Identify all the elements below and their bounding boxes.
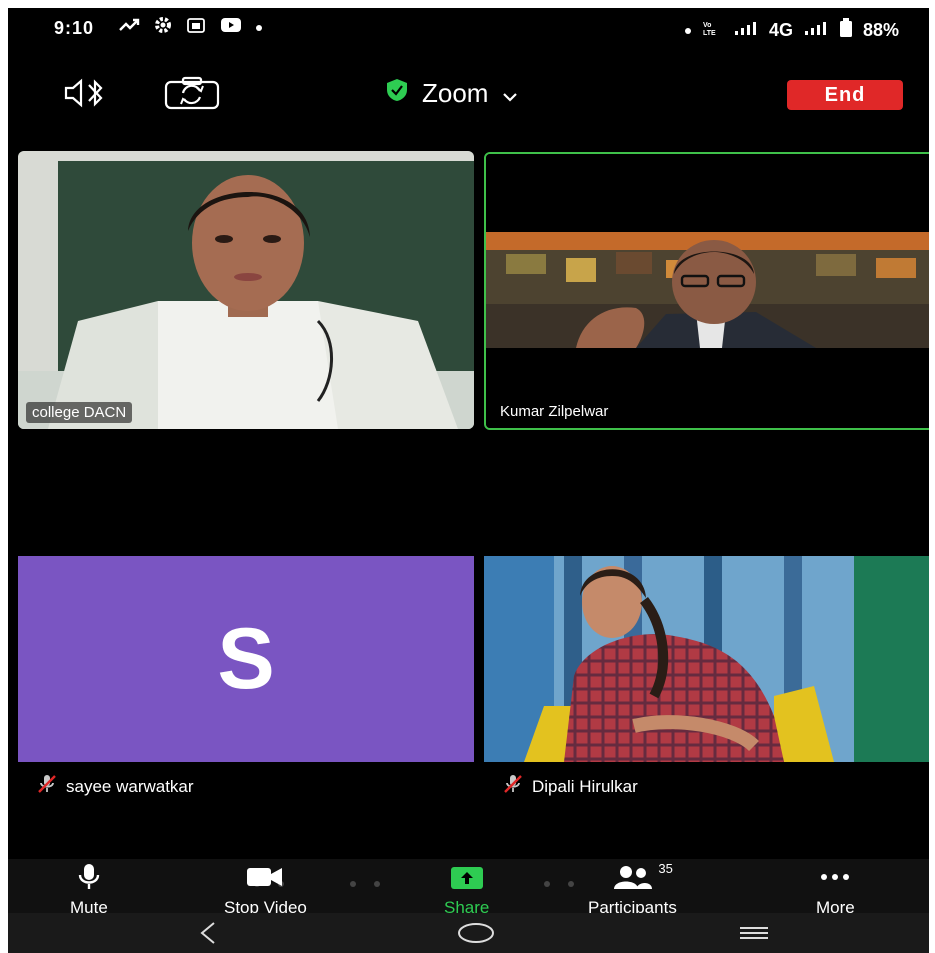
share-button[interactable]: Share [444,863,489,918]
end-meeting-button[interactable]: End [787,80,903,110]
more-button[interactable]: More [816,863,855,918]
speaker-bluetooth-icon [63,78,113,114]
shield-icon [386,78,408,109]
settings-gear-icon [154,16,172,39]
meeting-title-button[interactable]: Zoom [386,78,518,109]
participant-video-2 [486,154,929,428]
notification-icons [118,16,262,39]
participant-name: college DACN [26,402,133,423]
page-indicator-right [544,881,574,887]
participant-label-sayee: sayee warwatkar [36,773,194,800]
participants-icon [610,866,654,895]
share-arrow-icon [449,863,485,896]
system-navigation-bar [8,913,929,953]
youtube-icon [220,17,242,38]
participant-video-1 [18,151,474,429]
status-bar: 9:10 Vo LTE 4G 88% [8,8,929,50]
muted-mic-icon [502,773,524,800]
video-tile-dipali-hirulkar[interactable] [484,556,929,762]
meeting-top-bar: Zoom End [8,68,929,118]
network-type: 4G [768,20,793,40]
missed-call-icon [118,16,140,39]
switch-camera-icon [163,76,221,114]
participant-label-dipali: Dipali Hirulkar [502,773,638,800]
calendar-icon [186,16,206,39]
meeting-toolbar: Mute Stop Video Share 35 Participants Mo… [8,859,929,917]
microphone-icon [74,863,104,896]
signal-icon-2 [803,20,829,41]
home-icon[interactable] [456,919,496,953]
switch-camera-button[interactable] [163,76,221,110]
more-dots-icon [818,863,852,896]
video-tile-kumar-zilpelwar[interactable]: Kumar Zilpelwar [484,152,929,430]
volte-icon: Vo LTE [701,19,723,42]
battery-percent: 88% [862,20,899,40]
video-tile-college-dacn[interactable]: college DACN [18,151,474,429]
chevron-down-icon [502,78,518,109]
participant-name: Dipali Hirulkar [532,776,638,796]
participants-button[interactable]: 35 Participants [588,861,677,918]
svg-text:LTE: LTE [703,30,716,37]
participants-icon-wrap: 35 [610,861,673,896]
audio-output-button[interactable] [63,76,113,110]
participant-name: Kumar Zilpelwar [494,401,615,422]
svg-text:Vo: Vo [703,22,711,29]
video-tile-sayee-warwatkar[interactable]: S [18,556,474,762]
mute-button[interactable]: Mute [70,863,108,918]
recent-apps-icon[interactable] [736,919,772,953]
muted-mic-icon [36,773,58,800]
zoom-meeting-screen: 9:10 Vo LTE 4G 88% Zoom End college DACN… [8,8,929,953]
avatar: S [217,610,275,707]
more-notifications-icon [256,24,262,31]
status-time: 9:10 [54,18,95,38]
status-right: Vo LTE 4G 88% [684,18,899,43]
participants-count-badge: 35 [658,861,673,876]
battery-icon [839,18,853,43]
page-indicator-mid [350,881,380,887]
meeting-title-label: Zoom [422,78,489,108]
signal-icon-1 [733,20,759,41]
dot-icon [684,27,691,34]
stop-video-button[interactable]: Stop Video [224,863,307,918]
video-camera-icon [245,863,285,896]
participant-video-4 [484,556,929,762]
participant-name: sayee warwatkar [66,776,194,796]
back-icon[interactable] [196,919,220,953]
